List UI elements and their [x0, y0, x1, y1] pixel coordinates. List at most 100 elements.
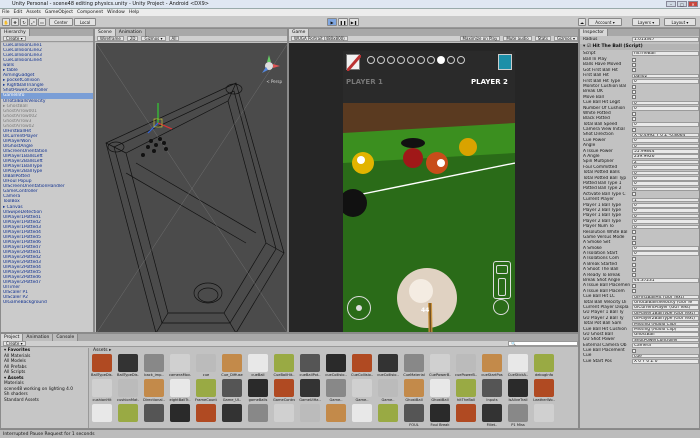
inspector-field-value[interactable]: UIPlayer2BallType (GUI Text) — [632, 316, 699, 321]
tab-project[interactable]: Project — [1, 334, 24, 341]
asset-tile[interactable]: Game.. — [325, 379, 347, 406]
radius-field[interactable]: 1.013347 — [632, 37, 699, 42]
asset-tile[interactable]: cueBall — [247, 354, 269, 381]
project-breadcrumb[interactable]: Assets ▸ — [93, 348, 111, 353]
asset-tile[interactable] — [221, 404, 243, 428]
inspector-field-value[interactable]: 0 — [632, 170, 699, 176]
inspector-field-value[interactable]: GhostBall — [632, 332, 699, 337]
inspector-checkbox[interactable] — [632, 267, 636, 272]
menu-assets[interactable]: Assets — [26, 10, 41, 15]
pivot-toggle[interactable]: Center — [49, 18, 73, 26]
shading-mode-dropdown[interactable]: Wireframe — [97, 36, 124, 41]
pause-button[interactable]: ❚❚ — [338, 18, 348, 26]
inspector-field-value[interactable]: 0 — [632, 165, 699, 170]
stats-toggle[interactable]: Stats — [534, 36, 551, 41]
menu-component[interactable]: Component — [77, 10, 103, 15]
asset-tile[interactable]: LeatherWo.. — [533, 379, 555, 406]
asset-tile[interactable]: CueBallHit.. — [273, 354, 295, 381]
inspector-field-value[interactable]: 0 — [632, 186, 699, 192]
asset-tile[interactable] — [377, 404, 399, 428]
inspector-checkbox[interactable] — [632, 84, 636, 89]
asset-tile[interactable]: CueStickA.. — [507, 354, 529, 381]
asset-tile[interactable]: FrameCount.. — [195, 379, 217, 406]
asset-tile[interactable]: debugInfo — [533, 354, 555, 381]
asset-tile[interactable] — [169, 404, 191, 428]
hierarchy-item[interactable]: UIGameBackground — [1, 300, 93, 305]
close-button[interactable]: ✕ — [688, 1, 698, 7]
inspector-checkbox[interactable] — [632, 257, 636, 262]
mute-audio-toggle[interactable]: Mute audio — [503, 36, 532, 41]
menu-edit[interactable]: Edit — [14, 10, 23, 15]
scene-orientation-gizmo[interactable] — [258, 55, 280, 77]
2d-toggle[interactable]: 2D — [126, 36, 139, 41]
asset-tile[interactable]: cushionMat.. — [117, 379, 139, 406]
step-button[interactable]: ▶❚ — [349, 18, 359, 26]
asset-tile[interactable]: Directional.. — [143, 379, 165, 406]
hierarchy-create-button[interactable]: Create ▾ — [3, 36, 26, 41]
asset-tile[interactable] — [455, 404, 477, 428]
cloud-icon[interactable]: ☁ — [578, 18, 586, 26]
asset-tile[interactable]: GameUIHa.. — [299, 379, 321, 406]
inspector-field-value[interactable]: 1 — [632, 197, 699, 203]
scene-search[interactable]: All — [168, 36, 180, 41]
maximize-on-play-toggle[interactable]: Maximize on Play — [459, 36, 501, 41]
asset-tile[interactable]: Fillet.. — [481, 404, 503, 428]
asset-tile[interactable]: cueBallPot.. — [299, 354, 321, 381]
asset-tile[interactable] — [247, 404, 269, 428]
project-create-button[interactable]: Create ▾ — [3, 341, 26, 346]
inspector-field-value[interactable]: 0 — [632, 202, 699, 208]
asset-tile[interactable]: CuePowerB.. — [429, 354, 451, 381]
asset-tile[interactable]: P1 Miss — [507, 404, 529, 428]
move-tool-icon[interactable]: ✥ — [11, 18, 19, 26]
inspector-field-value[interactable]: 0 — [632, 175, 699, 181]
inspector-checkbox[interactable] — [632, 111, 636, 116]
inspector-field-value[interactable]: 0 — [632, 100, 699, 106]
tab-inspector[interactable]: Inspector — [580, 29, 608, 36]
inspector-checkbox[interactable] — [632, 235, 636, 240]
inspector-field-value[interactable]: 0 — [632, 224, 699, 230]
asset-tile[interactable]: CueCollisio.. — [351, 354, 373, 381]
inspector-checkbox[interactable] — [632, 90, 636, 95]
asset-tile[interactable]: cueStartPos — [481, 354, 503, 381]
menu-help[interactable]: Help — [129, 10, 139, 15]
asset-tile[interactable] — [351, 404, 373, 428]
inspector-checkbox[interactable] — [632, 262, 636, 267]
tab-scene[interactable]: Scene — [95, 29, 116, 36]
inspector-checkbox[interactable] — [632, 240, 636, 245]
shoot-button[interactable] — [493, 299, 509, 315]
inspector-field-value[interactable]: 239.9926 — [632, 154, 699, 160]
asset-tile[interactable]: cueCollisio.. — [325, 354, 347, 381]
rect-tool-icon[interactable]: ▭ — [38, 18, 46, 26]
inspector-checkbox[interactable] — [632, 127, 636, 132]
aim-joystick[interactable] — [347, 296, 371, 320]
inspector-checkbox[interactable] — [632, 289, 636, 294]
inspector-field-value[interactable]: 0 — [632, 246, 699, 251]
inspector-checkbox[interactable] — [632, 57, 636, 62]
asset-tile[interactable]: BallTypeDis.. — [117, 354, 139, 381]
asset-tile[interactable] — [299, 404, 321, 428]
asset-tile[interactable] — [273, 404, 295, 428]
asset-tile[interactable] — [143, 404, 165, 428]
space-toggle[interactable]: Local — [74, 18, 96, 26]
asset-tile[interactable] — [533, 404, 555, 428]
inspector-field-value[interactable]: Missing (Audio Clip) — [632, 326, 699, 332]
inspector-field-value[interactable]: 44.37231 — [632, 278, 699, 283]
play-button[interactable]: ▶ — [327, 18, 337, 26]
inspector-field-value[interactable]: 0 — [632, 208, 699, 213]
tab-game[interactable]: Game — [289, 29, 310, 36]
inspector-field-value[interactable]: Camera — [632, 343, 699, 348]
asset-tile[interactable]: GhostBall — [429, 379, 451, 406]
inspector-field-value[interactable]: 0 — [632, 251, 699, 257]
menu-window[interactable]: Window — [107, 10, 125, 15]
inspector-field-value[interactable]: X -0.4992 Y 0 Z -0.8664 — [632, 132, 699, 138]
asset-tile[interactable] — [91, 404, 113, 428]
inspector-field-value[interactable]: 0 — [632, 143, 699, 149]
inspector-field-value[interactable]: 0 — [632, 181, 699, 186]
asset-tile[interactable] — [117, 404, 139, 428]
inspector-checkbox[interactable] — [632, 116, 636, 121]
tab-hierarchy[interactable]: Hierarchy — [1, 29, 30, 36]
inspector-field-value[interactable]: 55.99844 — [632, 149, 699, 154]
game-screen[interactable]: PLAYER 1 PLAYER 2 44 — [343, 51, 515, 332]
inspector-checkbox[interactable] — [632, 230, 636, 235]
inspector-field-value[interactable]: Missing (Audio Clip) — [632, 321, 699, 327]
